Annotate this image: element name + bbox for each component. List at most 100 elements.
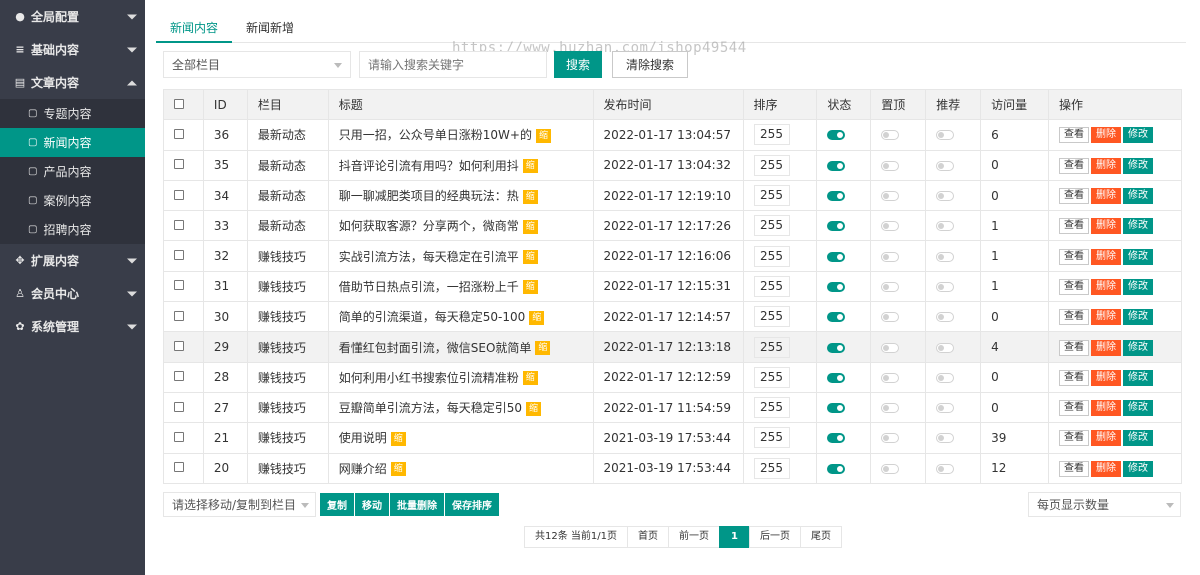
search-input[interactable] xyxy=(359,51,547,78)
sort-input[interactable]: 255 xyxy=(753,457,790,479)
pager-first-button[interactable]: 首页 xyxy=(627,526,669,548)
delete-button[interactable]: 删除 xyxy=(1091,309,1122,326)
delete-button[interactable]: 删除 xyxy=(1091,218,1122,235)
pin-toggle[interactable] xyxy=(881,130,900,141)
article-title-link[interactable]: 聊一聊减肥类项目的经典玩法：热 xyxy=(339,189,519,203)
row-checkbox[interactable] xyxy=(174,310,184,321)
recommend-toggle[interactable] xyxy=(936,372,955,383)
pin-toggle[interactable] xyxy=(881,403,900,414)
article-title-link[interactable]: 豆瓣简单引流方法，每天稳定引50 xyxy=(339,401,522,415)
clear-search-button[interactable]: 清除搜索 xyxy=(612,51,689,78)
delete-button[interactable]: 删除 xyxy=(1091,127,1122,144)
status-toggle[interactable] xyxy=(827,251,846,262)
view-button[interactable]: 查看 xyxy=(1059,460,1090,477)
view-button[interactable]: 查看 xyxy=(1059,278,1090,295)
status-toggle[interactable] xyxy=(827,403,846,414)
edit-button[interactable]: 修改 xyxy=(1123,339,1154,356)
recommend-toggle[interactable] xyxy=(936,130,955,141)
per-page-select[interactable]: 每页显示数量 xyxy=(1028,492,1181,517)
recommend-toggle[interactable] xyxy=(936,251,955,262)
tab-item[interactable]: 新闻新增 xyxy=(232,13,308,43)
view-button[interactable]: 查看 xyxy=(1059,127,1090,144)
row-checkbox[interactable] xyxy=(174,462,184,473)
sort-input[interactable]: 255 xyxy=(753,397,790,419)
copy-button[interactable]: 复制 xyxy=(320,493,355,516)
status-toggle[interactable] xyxy=(827,160,846,171)
delete-button[interactable]: 删除 xyxy=(1091,369,1122,386)
edit-button[interactable]: 修改 xyxy=(1123,218,1154,235)
recommend-toggle[interactable] xyxy=(936,281,955,292)
edit-button[interactable]: 修改 xyxy=(1123,400,1154,417)
pin-toggle[interactable] xyxy=(881,281,900,292)
pin-toggle[interactable] xyxy=(881,342,900,353)
sort-input[interactable]: 255 xyxy=(753,154,790,176)
view-button[interactable]: 查看 xyxy=(1059,339,1090,356)
delete-button[interactable]: 删除 xyxy=(1091,157,1122,174)
status-toggle[interactable] xyxy=(827,312,846,323)
row-checkbox[interactable] xyxy=(174,128,184,139)
delete-button[interactable]: 删除 xyxy=(1091,430,1122,447)
recommend-toggle[interactable] xyxy=(936,160,955,171)
article-title-link[interactable]: 看懂红包封面引流，微信SEO就简单 xyxy=(339,341,532,355)
sidebar-item[interactable]: ♙ 会员中心 xyxy=(0,277,145,310)
view-button[interactable]: 查看 xyxy=(1059,400,1090,417)
edit-button[interactable]: 修改 xyxy=(1123,127,1154,144)
delete-button[interactable]: 删除 xyxy=(1091,400,1122,417)
article-title-link[interactable]: 简单的引流渠道，每天稳定50-100 xyxy=(339,310,526,324)
edit-button[interactable]: 修改 xyxy=(1123,430,1154,447)
view-button[interactable]: 查看 xyxy=(1059,369,1090,386)
move-button[interactable]: 移动 xyxy=(355,493,390,516)
pin-toggle[interactable] xyxy=(881,221,900,232)
recommend-toggle[interactable] xyxy=(936,463,955,474)
status-toggle[interactable] xyxy=(827,281,846,292)
edit-button[interactable]: 修改 xyxy=(1123,278,1154,295)
row-checkbox[interactable] xyxy=(174,250,184,261)
pin-toggle[interactable] xyxy=(881,191,900,202)
sort-input[interactable]: 255 xyxy=(753,185,790,207)
article-title-link[interactable]: 借助节日热点引流，一招涨粉上千 xyxy=(339,280,519,294)
sort-input[interactable]: 255 xyxy=(753,427,790,449)
sort-input[interactable]: 255 xyxy=(753,275,790,297)
pin-toggle[interactable] xyxy=(881,372,900,383)
row-checkbox[interactable] xyxy=(174,159,184,170)
view-button[interactable]: 查看 xyxy=(1059,309,1090,326)
pager-next-button[interactable]: 后一页 xyxy=(748,526,801,548)
pin-toggle[interactable] xyxy=(881,251,900,262)
tab-item[interactable]: 新闻内容 xyxy=(156,13,233,43)
edit-button[interactable]: 修改 xyxy=(1123,460,1154,477)
batch-delete-button[interactable]: 批量删除 xyxy=(390,493,445,516)
article-title-link[interactable]: 如何利用小红书搜索位引流精准粉 xyxy=(339,371,519,385)
article-title-link[interactable]: 实战引流方法，每天稳定在引流平 xyxy=(339,250,519,264)
delete-button[interactable]: 删除 xyxy=(1091,339,1122,356)
edit-button[interactable]: 修改 xyxy=(1123,157,1154,174)
pin-toggle[interactable] xyxy=(881,463,900,474)
edit-button[interactable]: 修改 xyxy=(1123,309,1154,326)
pager-current-page[interactable]: 1 xyxy=(719,526,750,548)
edit-button[interactable]: 修改 xyxy=(1123,248,1154,265)
status-toggle[interactable] xyxy=(827,130,846,141)
save-sort-button[interactable]: 保存排序 xyxy=(445,493,500,516)
delete-button[interactable]: 删除 xyxy=(1091,248,1122,265)
pin-toggle[interactable] xyxy=(881,312,900,323)
sidebar-subitem[interactable]: ▢ 产品内容 xyxy=(0,157,145,186)
article-title-link[interactable]: 如何获取客源？分享两个，微商常 xyxy=(339,219,519,233)
status-toggle[interactable] xyxy=(827,221,846,232)
row-checkbox[interactable] xyxy=(174,371,184,382)
view-button[interactable]: 查看 xyxy=(1059,157,1090,174)
recommend-toggle[interactable] xyxy=(936,191,955,202)
delete-button[interactable]: 删除 xyxy=(1091,188,1122,205)
pager-prev-button[interactable]: 前一页 xyxy=(668,526,720,548)
recommend-toggle[interactable] xyxy=(936,312,955,323)
pin-toggle[interactable] xyxy=(881,160,900,171)
move-target-select[interactable]: 请选择移动/复制到栏目 xyxy=(163,492,316,517)
select-all-checkbox[interactable] xyxy=(174,98,184,109)
article-title-link[interactable]: 使用说明 xyxy=(339,431,387,445)
sidebar-item[interactable]: ✥ 扩展内容 xyxy=(0,244,145,277)
delete-button[interactable]: 删除 xyxy=(1091,460,1122,477)
recommend-toggle[interactable] xyxy=(936,403,955,414)
sidebar-subitem[interactable]: ▢ 新闻内容 xyxy=(0,128,145,157)
row-checkbox[interactable] xyxy=(174,431,184,442)
category-select[interactable]: 全部栏目 xyxy=(163,51,351,78)
sort-input[interactable]: 255 xyxy=(753,306,790,328)
article-title-link[interactable]: 抖音评论引流有用吗？如何利用抖 xyxy=(339,159,519,173)
